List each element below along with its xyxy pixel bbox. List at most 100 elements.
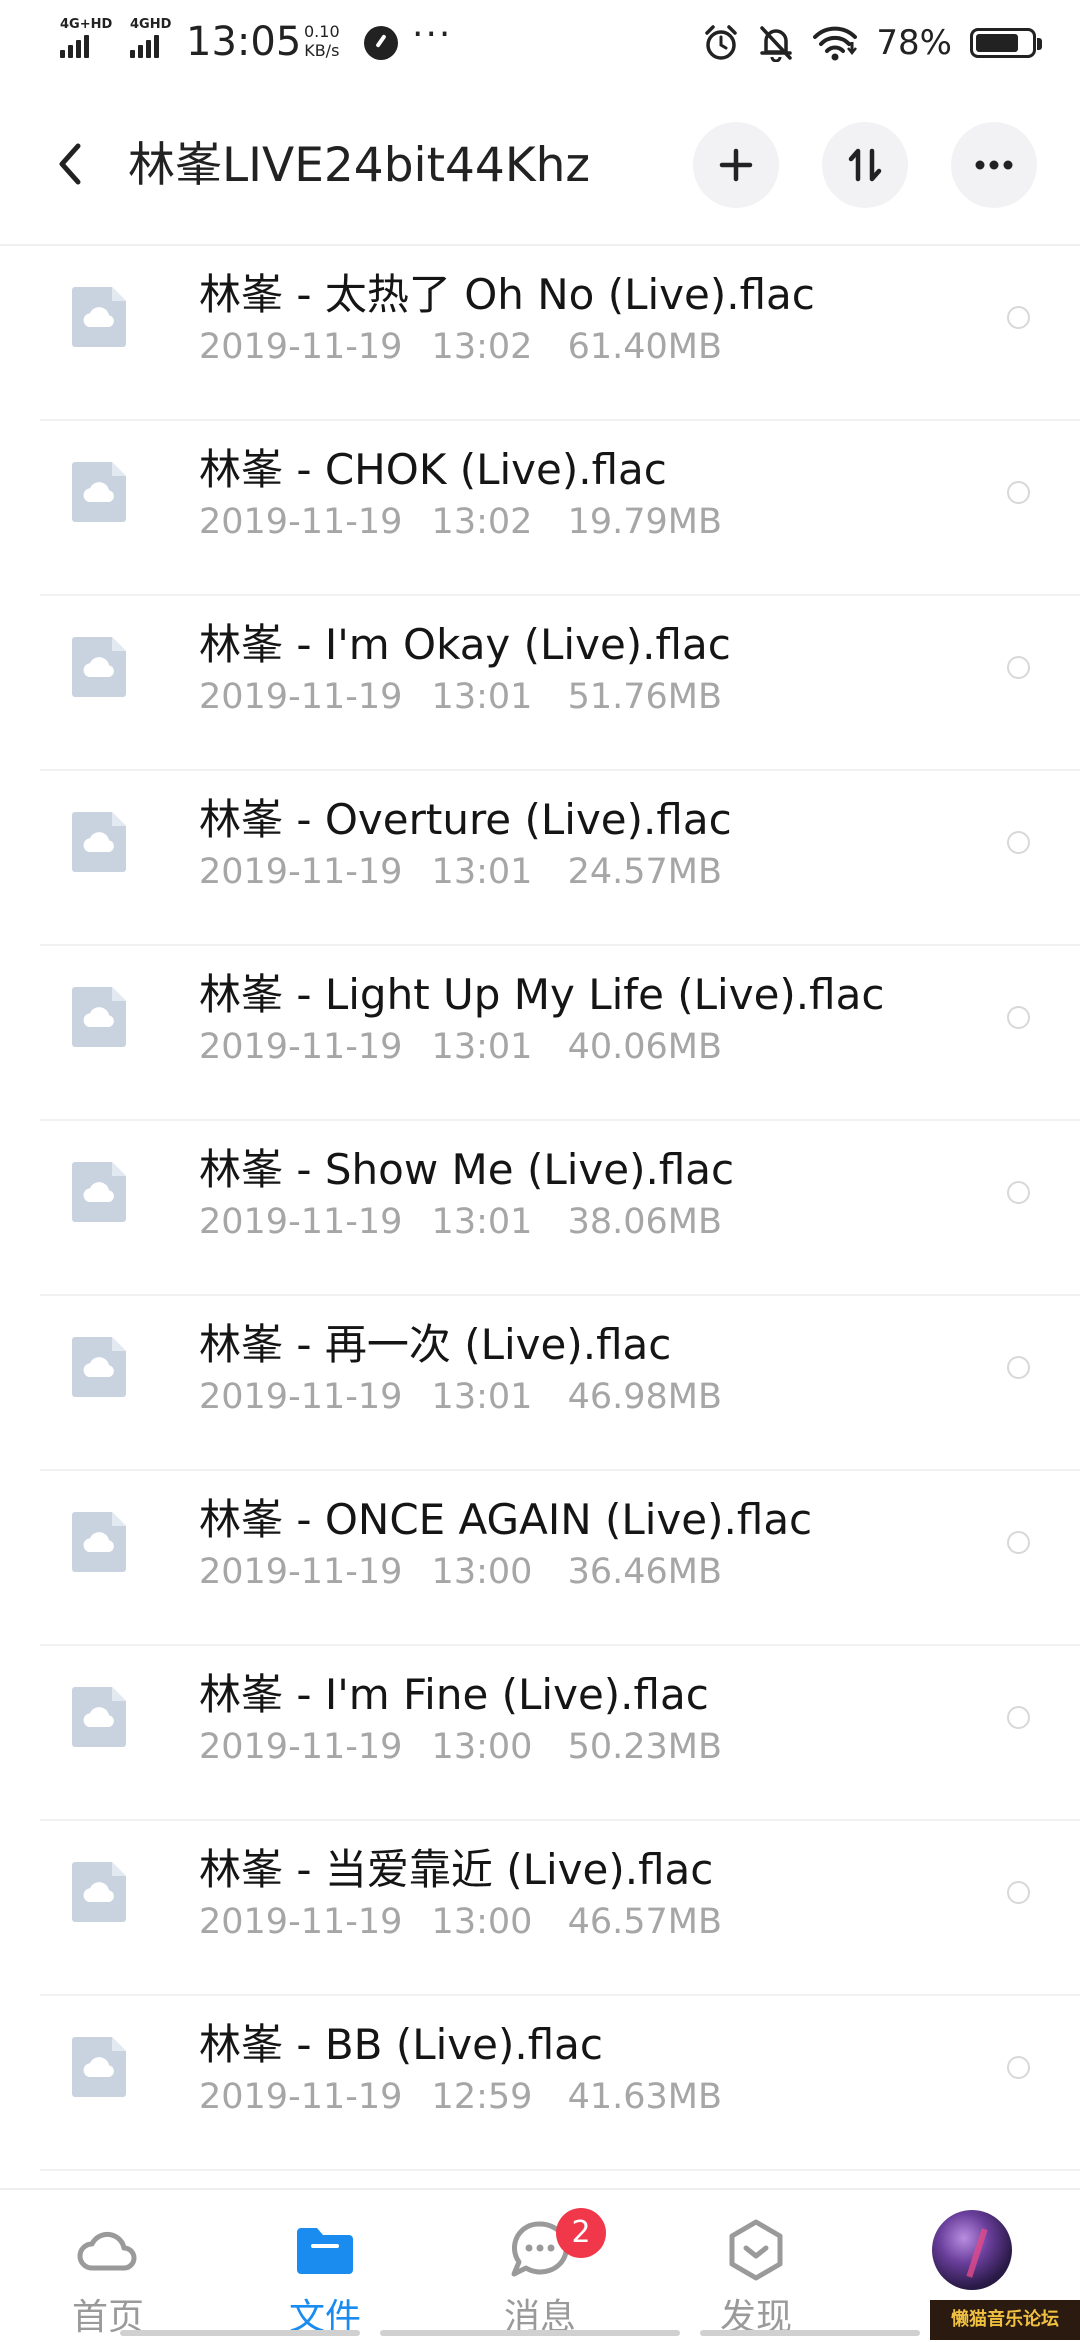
network-type-2: 4GHD: [130, 17, 172, 32]
more-dots-icon: [975, 160, 1013, 170]
page-title: 林峯LIVE24bit44Khz: [128, 138, 591, 193]
file-row[interactable]: 林峯 - Show Me (Live).flac 2019-11-19 13:0…: [0, 1121, 1080, 1296]
signal-bars-icon: [60, 34, 89, 58]
file-size: 46.98MB: [567, 1377, 722, 1417]
wifi-icon: [813, 26, 858, 61]
file-time: 13:01: [431, 677, 533, 717]
file-size: 50.23MB: [567, 1727, 722, 1767]
back-arrow-icon[interactable]: [50, 134, 90, 194]
gesture-bar: [700, 2330, 920, 2336]
file-size: 19.79MB: [567, 502, 722, 542]
file-name: 林峯 - Overture (Live).flac: [199, 795, 732, 844]
battery-percent: 78%: [876, 23, 952, 63]
file-meta: 2019-11-19 12:59 41.63MB: [199, 2074, 722, 2120]
file-time: 13:01: [431, 852, 533, 892]
user-avatar[interactable]: [932, 2210, 1012, 2290]
signal-bars-icon: [130, 34, 159, 58]
file-size: 24.57MB: [567, 852, 722, 892]
file-row[interactable]: 林峯 - ONCE AGAIN (Live).flac 2019-11-19 1…: [0, 1471, 1080, 1646]
file-name: 林峯 - Show Me (Live).flac: [199, 1145, 735, 1194]
gesture-bar: [120, 2330, 360, 2336]
network-speed-value: 0.10: [304, 22, 340, 41]
file-date: 2019-11-19: [199, 327, 403, 367]
network-speed-unit: KB/s: [304, 41, 340, 60]
file-meta: 2019-11-19 13:01 24.57MB: [199, 849, 722, 895]
unread-badge: 2: [556, 2208, 606, 2258]
file-time: 13:00: [431, 1727, 533, 1767]
file-time: 13:02: [431, 327, 533, 367]
plus-icon: [719, 148, 753, 182]
file-name: 林峯 - BB (Live).flac: [199, 2020, 604, 2069]
file-meta: 2019-11-19 13:01 51.76MB: [199, 674, 722, 720]
file-name: 林峯 - I'm Fine (Live).flac: [199, 1670, 709, 1719]
cloud-file-icon: [72, 287, 126, 347]
tab-home[interactable]: 首页: [38, 2190, 178, 2342]
select-radio[interactable]: [1007, 656, 1030, 679]
file-row[interactable]: 林峯 - BB (Live).flac 2019-11-19 12:59 41.…: [0, 1996, 1080, 2171]
cloud-file-icon: [72, 1162, 126, 1222]
more-notifications-icon: ···: [412, 14, 453, 55]
file-row[interactable]: 林峯 - I'm Fine (Live).flac 2019-11-19 13:…: [0, 1646, 1080, 1821]
file-date: 2019-11-19: [199, 1902, 403, 1942]
tab-files[interactable]: 文件: [255, 2190, 395, 2342]
file-name: 林峯 - 太热了 Oh No (Live).flac: [199, 270, 815, 319]
file-row[interactable]: 林峯 - 太热了 Oh No (Live).flac 2019-11-19 13…: [0, 246, 1080, 421]
file-time: 13:00: [431, 1552, 533, 1592]
file-list: 林峯 - 太热了 Oh No (Live).flac 2019-11-19 13…: [0, 246, 1080, 2171]
top-app-bar: 林峯LIVE24bit44Khz: [0, 84, 1080, 246]
cloud-file-icon: [72, 2037, 126, 2097]
cloud-file-icon: [72, 1862, 126, 1922]
tab-messages[interactable]: 2 消息: [470, 2190, 610, 2342]
file-meta: 2019-11-19 13:01 40.06MB: [199, 1024, 722, 1070]
file-name: 林峯 - I'm Okay (Live).flac: [199, 620, 731, 669]
file-row[interactable]: 林峯 - CHOK (Live).flac 2019-11-19 13:02 1…: [0, 421, 1080, 596]
file-size: 38.06MB: [567, 1202, 722, 1242]
file-meta: 2019-11-19 13:00 50.23MB: [199, 1724, 722, 1770]
cloud-file-icon: [72, 987, 126, 1047]
file-size: 51.76MB: [567, 677, 722, 717]
select-radio[interactable]: [1007, 306, 1030, 329]
file-time: 13:00: [431, 1902, 533, 1942]
file-row[interactable]: 林峯 - Overture (Live).flac 2019-11-19 13:…: [0, 771, 1080, 946]
tab-discover[interactable]: 发现: [686, 2190, 826, 2342]
file-meta: 2019-11-19 13:02 61.40MB: [199, 324, 722, 370]
select-radio[interactable]: [1007, 1881, 1030, 1904]
file-time: 13:01: [431, 1377, 533, 1417]
more-options-button[interactable]: [951, 122, 1037, 208]
select-radio[interactable]: [1007, 2056, 1030, 2079]
bell-muted-icon: [760, 26, 793, 62]
select-radio[interactable]: [1007, 1531, 1030, 1554]
file-size: 46.57MB: [567, 1902, 722, 1942]
file-meta: 2019-11-19 13:01 38.06MB: [199, 1199, 722, 1245]
cloud-file-icon: [72, 637, 126, 697]
select-radio[interactable]: [1007, 481, 1030, 504]
file-meta: 2019-11-19 13:00 36.46MB: [199, 1549, 722, 1595]
add-button[interactable]: [693, 122, 779, 208]
select-radio[interactable]: [1007, 1006, 1030, 1029]
network-type-1: 4G+HD: [60, 17, 113, 32]
select-radio[interactable]: [1007, 1356, 1030, 1379]
file-date: 2019-11-19: [199, 502, 403, 542]
select-radio[interactable]: [1007, 1181, 1030, 1204]
cloud-file-icon: [72, 1337, 126, 1397]
file-time: 13:01: [431, 1027, 533, 1067]
file-row[interactable]: 林峯 - 再一次 (Live).flac 2019-11-19 13:01 46…: [0, 1296, 1080, 1471]
file-row[interactable]: 林峯 - 当爱靠近 (Live).flac 2019-11-19 13:00 4…: [0, 1821, 1080, 1996]
cloud-file-icon: [72, 1687, 126, 1747]
sort-button[interactable]: [822, 122, 908, 208]
file-date: 2019-11-19: [199, 2077, 403, 2117]
cloud-file-icon: [72, 812, 126, 872]
file-size: 61.40MB: [567, 327, 722, 367]
signal-sim1: 4G+HD: [60, 18, 112, 58]
file-name: 林峯 - ONCE AGAIN (Live).flac: [199, 1495, 813, 1544]
row-divider: [40, 2169, 1080, 2171]
file-row[interactable]: 林峯 - I'm Okay (Live).flac 2019-11-19 13:…: [0, 596, 1080, 771]
file-name: 林峯 - Light Up My Life (Live).flac: [199, 970, 885, 1019]
select-radio[interactable]: [1007, 1706, 1030, 1729]
network-speed: 0.10 KB/s: [304, 22, 340, 60]
select-radio[interactable]: [1007, 831, 1030, 854]
file-name: 林峯 - 当爱靠近 (Live).flac: [199, 1845, 714, 1894]
battery-icon: [970, 28, 1042, 58]
file-row[interactable]: 林峯 - Light Up My Life (Live).flac 2019-1…: [0, 946, 1080, 1121]
speedometer-icon: [364, 26, 398, 60]
